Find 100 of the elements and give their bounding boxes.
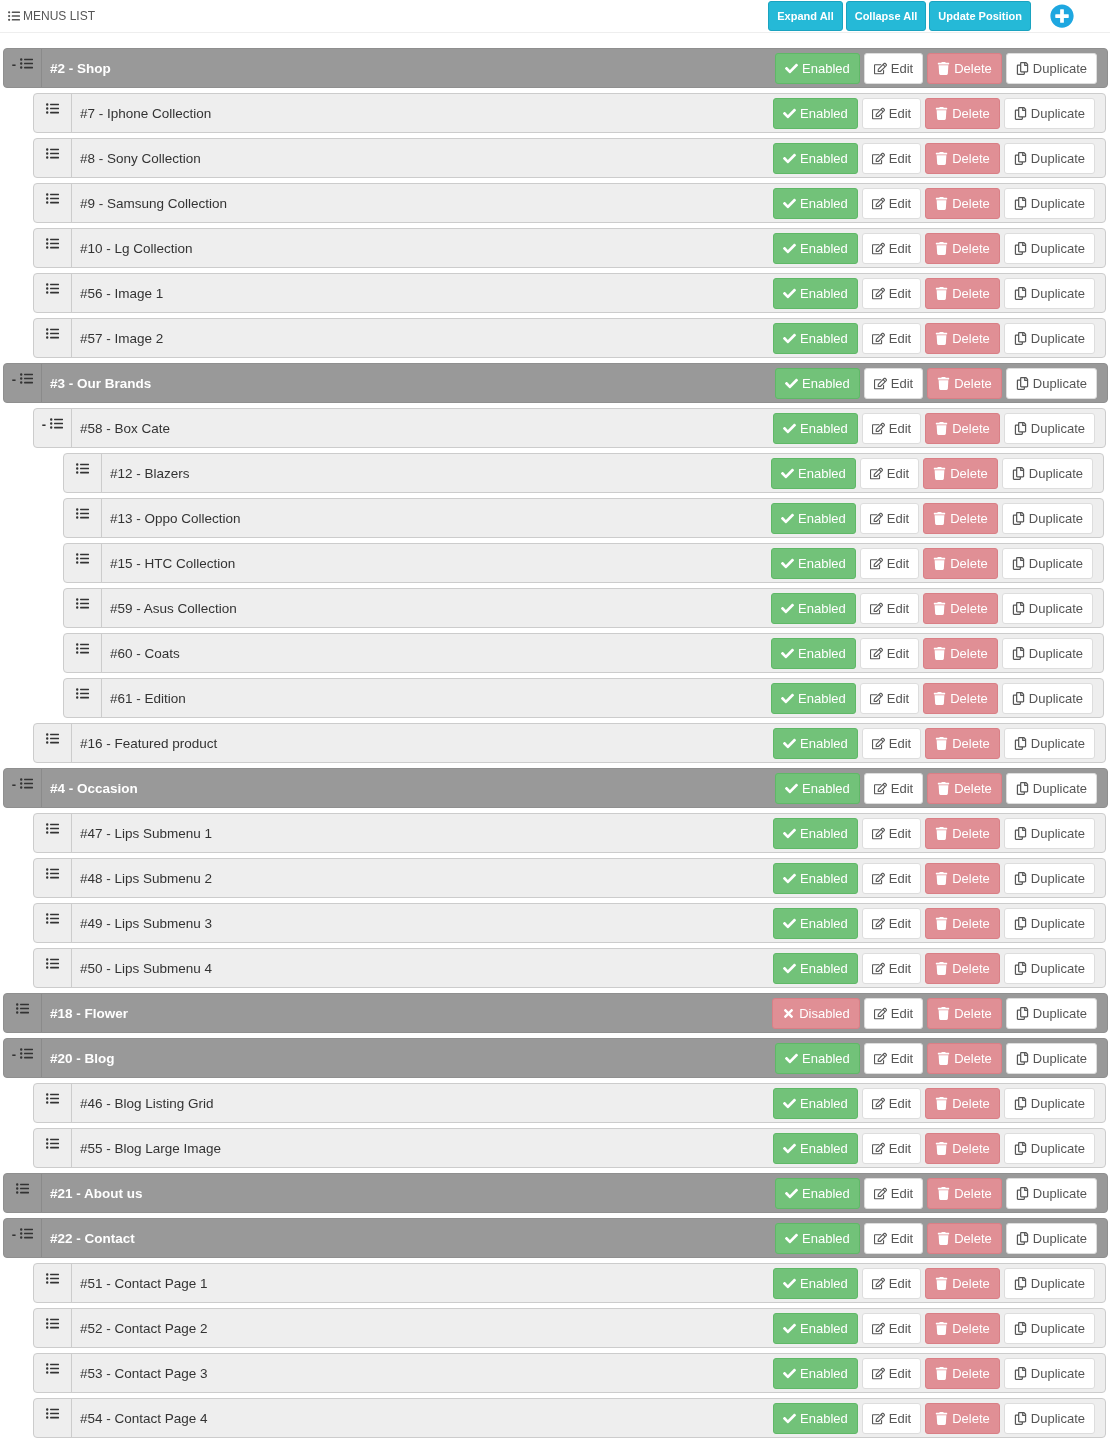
duplicate-button[interactable]: Duplicate: [1003, 412, 1095, 444]
edit-button[interactable]: Edit: [863, 52, 924, 84]
edit-button[interactable]: Edit: [861, 907, 922, 939]
delete-button[interactable]: Delete: [927, 1222, 1002, 1254]
edit-button[interactable]: Edit: [861, 1267, 922, 1299]
duplicate-button[interactable]: Duplicate: [1003, 277, 1095, 309]
drag-handle-icon[interactable]: [20, 1047, 34, 1060]
add-icon[interactable]: [1050, 4, 1074, 28]
duplicate-button[interactable]: Duplicate: [1005, 1222, 1097, 1254]
delete-button[interactable]: Delete: [923, 502, 998, 534]
delete-button[interactable]: Delete: [925, 322, 1000, 354]
drag-handle-icon[interactable]: [46, 237, 59, 250]
edit-button[interactable]: Edit: [861, 412, 922, 444]
edit-button[interactable]: Edit: [859, 457, 920, 489]
delete-button[interactable]: Delete: [925, 1357, 1000, 1389]
edit-button[interactable]: Edit: [861, 1312, 922, 1344]
duplicate-button[interactable]: Duplicate: [1001, 457, 1093, 489]
duplicate-button[interactable]: Duplicate: [1005, 772, 1097, 804]
delete-button[interactable]: Delete: [925, 1087, 1000, 1119]
edit-button[interactable]: Edit: [859, 502, 920, 534]
drag-handle-icon[interactable]: [16, 1002, 29, 1015]
drag-handle-icon[interactable]: [46, 1272, 59, 1285]
collapse-toggle[interactable]: -: [11, 372, 17, 387]
drag-handle-icon[interactable]: [46, 867, 59, 880]
edit-button[interactable]: Edit: [859, 682, 920, 714]
collapse-toggle[interactable]: -: [11, 57, 17, 72]
edit-button[interactable]: Edit: [859, 592, 920, 624]
delete-button[interactable]: Delete: [927, 772, 1002, 804]
collapse-toggle[interactable]: -: [11, 1047, 17, 1062]
duplicate-button[interactable]: Duplicate: [1003, 817, 1095, 849]
duplicate-button[interactable]: Duplicate: [1003, 187, 1095, 219]
toolbar-button[interactable]: Update Position: [929, 1, 1031, 31]
edit-button[interactable]: Edit: [861, 862, 922, 894]
drag-handle-icon[interactable]: [46, 957, 59, 970]
drag-handle-icon[interactable]: [20, 777, 34, 790]
delete-button[interactable]: Delete: [925, 1132, 1000, 1164]
duplicate-button[interactable]: Duplicate: [1005, 997, 1097, 1029]
delete-button[interactable]: Delete: [925, 907, 1000, 939]
drag-handle-icon[interactable]: [76, 552, 89, 565]
drag-handle-icon[interactable]: [46, 147, 59, 160]
edit-button[interactable]: Edit: [861, 952, 922, 984]
duplicate-button[interactable]: Duplicate: [1003, 322, 1095, 354]
edit-button[interactable]: Edit: [863, 1222, 924, 1254]
duplicate-button[interactable]: Duplicate: [1005, 1042, 1097, 1074]
edit-button[interactable]: Edit: [863, 1177, 924, 1209]
duplicate-button[interactable]: Duplicate: [1003, 862, 1095, 894]
drag-handle-icon[interactable]: [76, 462, 89, 475]
drag-handle-icon[interactable]: [46, 912, 59, 925]
delete-button[interactable]: Delete: [925, 862, 1000, 894]
edit-button[interactable]: Edit: [861, 232, 922, 264]
edit-button[interactable]: Edit: [863, 1042, 924, 1074]
edit-button[interactable]: Edit: [861, 727, 922, 759]
duplicate-button[interactable]: Duplicate: [1001, 592, 1093, 624]
edit-button[interactable]: Edit: [861, 187, 922, 219]
edit-button[interactable]: Edit: [863, 997, 924, 1029]
delete-button[interactable]: Delete: [925, 232, 1000, 264]
drag-handle-icon[interactable]: [20, 372, 34, 385]
duplicate-button[interactable]: Duplicate: [1001, 502, 1093, 534]
drag-handle-icon[interactable]: [46, 1317, 59, 1330]
drag-handle-icon[interactable]: [16, 1182, 29, 1195]
collapse-toggle[interactable]: -: [11, 1227, 17, 1242]
delete-button[interactable]: Delete: [927, 367, 1002, 399]
delete-button[interactable]: Delete: [925, 1267, 1000, 1299]
drag-handle-icon[interactable]: [20, 57, 34, 70]
duplicate-button[interactable]: Duplicate: [1003, 97, 1095, 129]
toolbar-button[interactable]: Expand All: [768, 1, 843, 31]
edit-button[interactable]: Edit: [861, 817, 922, 849]
drag-handle-icon[interactable]: [46, 822, 59, 835]
drag-handle-icon[interactable]: [76, 687, 89, 700]
duplicate-button[interactable]: Duplicate: [1003, 1132, 1095, 1164]
edit-button[interactable]: Edit: [861, 142, 922, 174]
edit-button[interactable]: Edit: [861, 1357, 922, 1389]
delete-button[interactable]: Delete: [925, 817, 1000, 849]
collapse-toggle[interactable]: -: [41, 417, 47, 432]
duplicate-button[interactable]: Duplicate: [1003, 1267, 1095, 1299]
delete-button[interactable]: Delete: [925, 97, 1000, 129]
delete-button[interactable]: Delete: [927, 997, 1002, 1029]
delete-button[interactable]: Delete: [923, 457, 998, 489]
edit-button[interactable]: Edit: [861, 322, 922, 354]
delete-button[interactable]: Delete: [923, 637, 998, 669]
duplicate-button[interactable]: Duplicate: [1003, 952, 1095, 984]
drag-handle-icon[interactable]: [46, 1362, 59, 1375]
duplicate-button[interactable]: Duplicate: [1005, 52, 1097, 84]
duplicate-button[interactable]: Duplicate: [1003, 232, 1095, 264]
drag-handle-icon[interactable]: [46, 327, 59, 340]
edit-button[interactable]: Edit: [859, 547, 920, 579]
duplicate-button[interactable]: Duplicate: [1001, 547, 1093, 579]
delete-button[interactable]: Delete: [923, 592, 998, 624]
duplicate-button[interactable]: Duplicate: [1003, 1402, 1095, 1434]
delete-button[interactable]: Delete: [925, 1402, 1000, 1434]
drag-handle-icon[interactable]: [46, 282, 59, 295]
drag-handle-icon[interactable]: [46, 102, 59, 115]
delete-button[interactable]: Delete: [925, 187, 1000, 219]
edit-button[interactable]: Edit: [863, 367, 924, 399]
duplicate-button[interactable]: Duplicate: [1003, 1357, 1095, 1389]
edit-button[interactable]: Edit: [861, 1132, 922, 1164]
delete-button[interactable]: Delete: [925, 142, 1000, 174]
duplicate-button[interactable]: Duplicate: [1003, 1312, 1095, 1344]
duplicate-button[interactable]: Duplicate: [1003, 907, 1095, 939]
delete-button[interactable]: Delete: [925, 952, 1000, 984]
